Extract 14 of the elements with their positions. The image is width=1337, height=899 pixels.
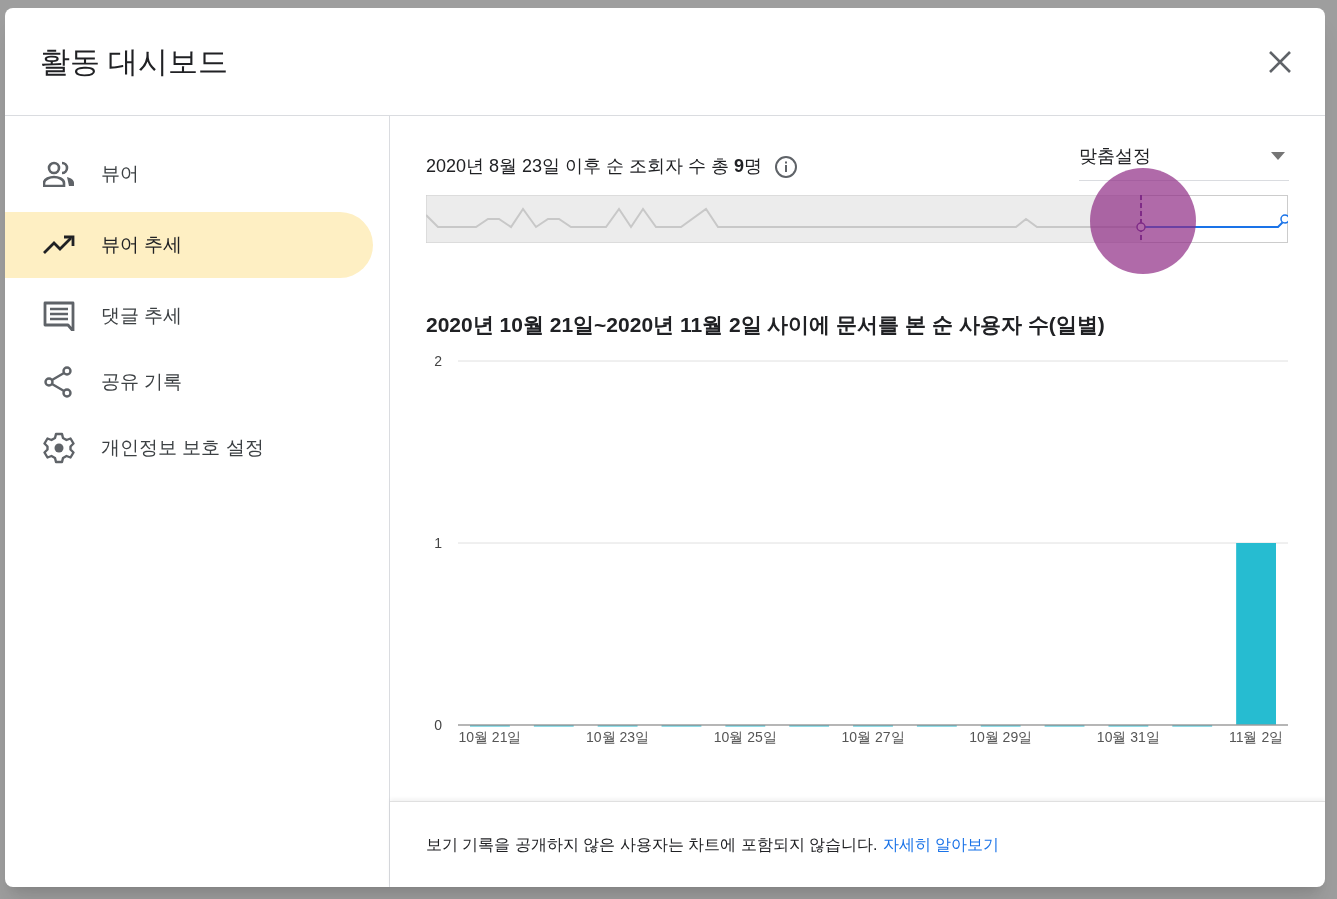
chart-title: 2020년 10월 21일~2020년 11월 2일 사이에 문서를 본 순 사용자 수(일별) [426,312,1106,338]
dialog-title: 활동 대시보드 [40,44,229,80]
x-tick-label: 10월 29일 [969,728,1033,745]
x-tick-label: 10월 23일 [586,728,650,745]
y-tick-label: 1 [434,534,442,551]
y-tick-label: 2 [434,352,442,369]
x-tick-label: 10월 25일 [713,728,777,745]
x-tick-label: 10월 27일 [841,728,905,745]
footer-note: 보기 기록을 공개하지 않은 사용자는 차트에 포함되지 않습니다. [426,834,878,855]
x-tick-label: 11월 2일 [1228,728,1284,745]
x-tick-label: 10월 21일 [458,728,522,745]
x-tick-label: 10월 31일 [1096,728,1160,745]
summary-text: 2020년 8월 23일 이후 순 조회자 수 총 9명 [426,155,763,178]
y-tick-label: 0 [434,716,442,733]
